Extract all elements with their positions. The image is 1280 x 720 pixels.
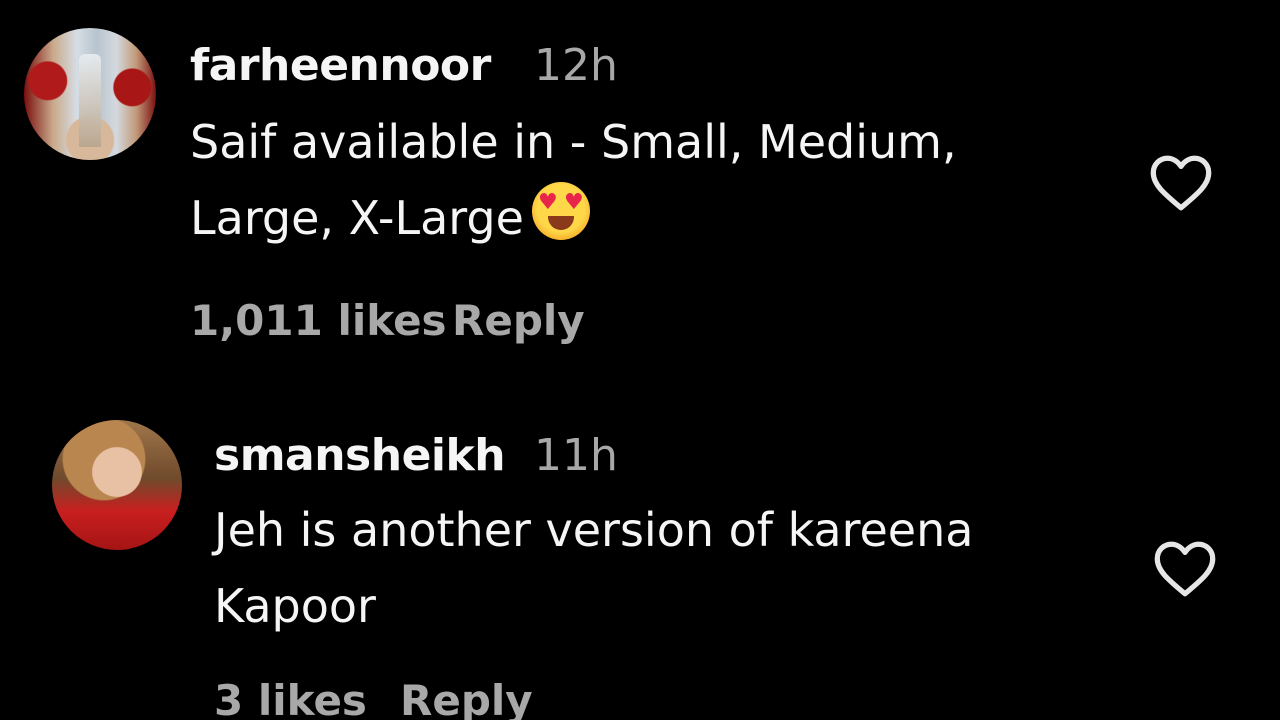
comment-text-line: Large, X-Large ♥ ♥: [190, 180, 1090, 256]
comment-timestamp[interactable]: 12h: [534, 40, 618, 91]
avatar[interactable]: [52, 420, 182, 550]
like-heart-icon[interactable]: [1150, 534, 1220, 604]
heart-eyes-emoji-icon: ♥ ♥: [531, 182, 590, 240]
comment-text: Jeh is another version of kareena Kapoor: [214, 492, 1114, 644]
comments-feed: farheennoor 12h Saif available in - Smal…: [0, 0, 1280, 720]
reply-button[interactable]: Reply: [452, 296, 585, 345]
likes-count[interactable]: 3 likes: [214, 676, 367, 720]
comment-text-line: Jeh is another version of kareena: [214, 503, 974, 557]
likes-count[interactable]: 1,011 likes: [190, 296, 447, 345]
comment-text-segment: Large, X-Large: [190, 191, 524, 245]
avatar[interactable]: [24, 28, 156, 160]
like-heart-icon[interactable]: [1146, 148, 1216, 218]
comment-timestamp[interactable]: 11h: [534, 430, 618, 481]
comment-username[interactable]: farheennoor: [190, 40, 491, 91]
reply-button[interactable]: Reply: [400, 676, 533, 720]
comment-text-line: Kapoor: [214, 579, 376, 633]
comment-text: Saif available in - Small, Medium, Large…: [190, 104, 1090, 256]
comment-username[interactable]: smansheikh: [214, 430, 506, 481]
comment-text-line: Saif available in - Small, Medium,: [190, 115, 957, 169]
